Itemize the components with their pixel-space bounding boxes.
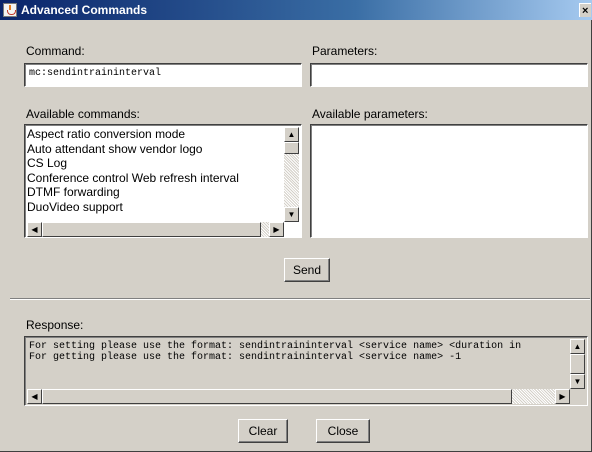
scroll-right-icon[interactable]: ▶ — [269, 222, 284, 237]
scroll-up-icon[interactable]: ▲ — [284, 127, 299, 142]
window-title: Advanced Commands — [21, 3, 148, 17]
response-horizontal-scrollbar[interactable]: ◀ ▶ — [27, 389, 570, 404]
close-button[interactable]: Close — [316, 419, 370, 443]
send-button[interactable]: Send — [284, 258, 330, 282]
response-line: For setting please use the format: sendi… — [29, 341, 522, 352]
scroll-left-icon[interactable]: ◀ — [27, 222, 42, 237]
list-item[interactable]: CS Log — [27, 156, 239, 171]
commands-vertical-scrollbar[interactable]: ▲ ▼ — [284, 127, 299, 222]
parameters-label: Parameters: — [312, 44, 378, 58]
advanced-commands-dialog: Advanced Commands × Command: mc:sendintr… — [0, 0, 592, 452]
scroll-up-icon[interactable]: ▲ — [570, 339, 585, 354]
separator — [10, 298, 590, 300]
java-cup-icon — [3, 3, 17, 17]
available-commands-list[interactable]: Aspect ratio conversion mode Auto attend… — [24, 124, 302, 238]
clear-button[interactable]: Clear — [238, 419, 288, 443]
command-value: mc:sendintraininterval — [29, 68, 162, 79]
command-label: Command: — [26, 44, 85, 58]
scroll-left-icon[interactable]: ◀ — [27, 389, 42, 404]
response-vertical-scrollbar[interactable]: ▲ ▼ — [570, 339, 585, 389]
available-parameters-label: Available parameters: — [312, 107, 428, 121]
list-item[interactable]: Conference control Web refresh interval — [27, 171, 239, 186]
list-item[interactable]: DuoVideo support — [27, 200, 239, 215]
scroll-right-icon[interactable]: ▶ — [555, 389, 570, 404]
command-input[interactable]: mc:sendintraininterval — [24, 63, 302, 87]
scroll-thumb[interactable] — [42, 222, 261, 237]
list-item[interactable]: Aspect ratio conversion mode — [27, 127, 239, 142]
commands-horizontal-scrollbar[interactable]: ◀ ▶ — [27, 222, 284, 237]
title-bar[interactable]: Advanced Commands × — [0, 0, 592, 20]
scroll-down-icon[interactable]: ▼ — [570, 374, 585, 389]
parameters-input[interactable] — [310, 63, 588, 87]
list-item[interactable]: DTMF forwarding — [27, 185, 239, 200]
scroll-thumb[interactable] — [284, 142, 299, 154]
response-area[interactable]: For setting please use the format: sendi… — [24, 336, 588, 406]
available-commands-items: Aspect ratio conversion mode Auto attend… — [27, 127, 239, 214]
response-text: For setting please use the format: sendi… — [29, 341, 521, 363]
close-icon[interactable]: × — [579, 3, 591, 17]
available-parameters-list[interactable] — [310, 124, 588, 238]
scroll-thumb[interactable] — [570, 354, 585, 374]
scroll-down-icon[interactable]: ▼ — [284, 207, 299, 222]
scroll-thumb[interactable] — [42, 389, 512, 404]
response-line: For getting please use the format: sendi… — [29, 352, 462, 363]
response-label: Response: — [26, 318, 84, 332]
list-item[interactable]: Auto attendant show vendor logo — [27, 142, 239, 157]
available-commands-label: Available commands: — [26, 107, 140, 121]
